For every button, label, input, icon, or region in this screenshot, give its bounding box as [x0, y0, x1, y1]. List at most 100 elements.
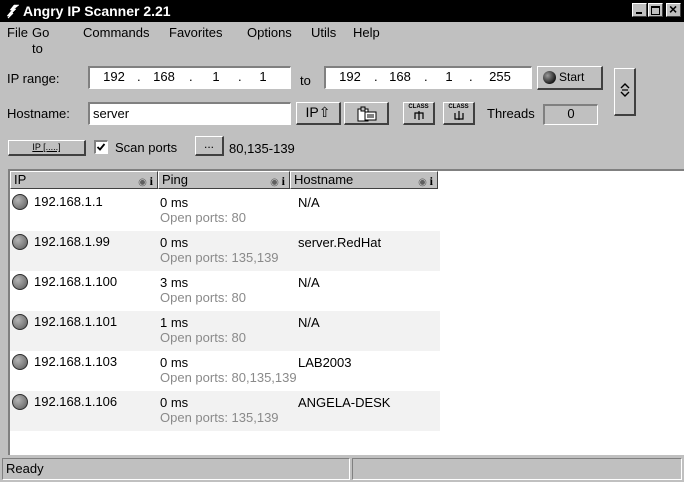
table-row[interactable]: 192.168.1.106 0 ms Open ports: 135,139 A… — [10, 391, 440, 431]
cell-ping: 0 ms — [160, 395, 189, 410]
ip-end-field[interactable]: 192 . 168 . 1 . 255 — [324, 66, 532, 89]
ip-end-octet: 255 — [489, 69, 511, 84]
column-header-ping[interactable]: Ping ◉ i — [158, 171, 290, 189]
table-row[interactable]: 192.168.1.1 0 ms Open ports: 80 N/A — [10, 191, 440, 231]
cell-hostname: server.RedHat — [298, 235, 382, 250]
cell-open-ports: Open ports: 80 — [160, 330, 246, 345]
results-table[interactable]: IP ◉ i Ping ◉ i Hostname ◉ i 192.168.1.1… — [8, 169, 684, 455]
octet-separator: . — [424, 69, 428, 84]
table-row[interactable]: 192.168.1.100 3 ms Open ports: 80 N/A — [10, 271, 440, 311]
octet-separator: . — [137, 69, 141, 84]
to-label: to — [300, 73, 311, 88]
column-header-ip[interactable]: IP ◉ i — [10, 171, 158, 189]
table-row[interactable]: 192.168.1.99 0 ms Open ports: 135,139 se… — [10, 231, 440, 271]
info-icon[interactable]: ◉ i — [418, 173, 433, 191]
cell-ip: 192.168.1.106 — [34, 394, 118, 409]
ports-value: 80,135-139 — [229, 141, 295, 156]
octet-separator: . — [238, 69, 242, 84]
octet-separator: . — [469, 69, 473, 84]
cell-ip: 192.168.1.101 — [34, 314, 118, 329]
close-button[interactable] — [666, 1, 681, 17]
cell-hostname: ANGELA-DESK — [298, 395, 391, 410]
cell-ip: 192.168.1.103 — [34, 354, 118, 369]
ports-options-label: ... — [203, 137, 214, 151]
menu-utils[interactable]: Utils — [311, 25, 336, 41]
scan-ports-label[interactable]: Scan ports — [115, 140, 177, 156]
host-status-icon — [12, 314, 28, 330]
column-header-hostname[interactable]: Hostname ◉ i — [290, 171, 438, 189]
cell-hostname: LAB2003 — [298, 355, 352, 370]
window-title: Angry IP Scanner 2.21 — [23, 3, 171, 19]
cell-hostname: N/A — [298, 315, 320, 330]
menu-help[interactable]: Help — [353, 25, 380, 41]
scan-ports-checkbox[interactable] — [94, 140, 108, 154]
cell-ping: 0 ms — [160, 355, 189, 370]
cell-ip: 192.168.1.99 — [34, 234, 110, 249]
cell-ping: 0 ms — [160, 235, 189, 250]
table-row[interactable]: 192.168.1.101 1 ms Open ports: 80 N/A — [10, 311, 440, 351]
hostname-input[interactable]: server — [88, 102, 291, 125]
menu-go-to[interactable]: Go to — [32, 25, 49, 57]
ip-range-mode-button[interactable]: IP [.....] — [8, 140, 86, 156]
column-title: Ping — [162, 172, 189, 187]
ip-start-field[interactable]: 192 . 168 . 1 . 1 — [88, 66, 291, 89]
cell-open-ports: Open ports: 80,135,139 — [160, 370, 297, 385]
hostname-value: server — [93, 106, 130, 121]
ip-range-label: IP range: — [7, 71, 60, 86]
class-c-down-button[interactable]: CLASS — [443, 102, 475, 125]
ip-up-button[interactable]: IP⇧ — [296, 102, 341, 125]
clipboard-icon — [357, 106, 377, 122]
info-icon[interactable]: ◉ i — [138, 173, 153, 191]
cell-hostname: N/A — [298, 275, 320, 290]
menu-file[interactable]: File — [7, 25, 28, 41]
menu-favorites[interactable]: Favorites — [169, 25, 222, 41]
lightning-icon — [6, 4, 20, 19]
hostname-label: Hostname: — [7, 106, 70, 121]
paste-hostname-button[interactable] — [344, 102, 389, 125]
cell-ip: 192.168.1.100 — [34, 274, 118, 289]
maximize-button[interactable] — [648, 3, 663, 17]
cell-open-ports: Open ports: 80 — [160, 290, 246, 305]
host-status-icon — [12, 394, 28, 410]
ip-end-octet: 1 — [445, 69, 453, 84]
info-icon[interactable]: ◉ i — [270, 173, 285, 191]
cell-ping: 3 ms — [160, 275, 189, 290]
host-status-icon — [12, 354, 28, 370]
status-bar: Ready — [0, 456, 684, 482]
start-label: Start — [559, 70, 585, 84]
collapse-button[interactable] — [614, 68, 636, 116]
column-title: IP — [14, 172, 27, 187]
cell-ip: 192.168.1.1 — [34, 194, 103, 209]
ip-start-octet: 192 — [103, 69, 125, 84]
range-mode-label: IP [.....] — [32, 142, 61, 152]
menu-options[interactable]: Options — [247, 25, 292, 41]
class-up-icon — [414, 111, 424, 120]
octet-separator: . — [374, 69, 378, 84]
ip-end-octet: 168 — [389, 69, 411, 84]
ip-start-octet: 168 — [153, 69, 175, 84]
start-button[interactable]: Start — [537, 66, 603, 90]
ip-end-octet: 192 — [339, 69, 361, 84]
host-status-icon — [12, 234, 28, 250]
ip-up-label: IP⇧ — [305, 104, 331, 120]
threads-count-field: 0 — [543, 104, 598, 125]
cell-open-ports: Open ports: 135,139 — [160, 410, 279, 425]
threads-label: Threads — [487, 106, 535, 121]
menu-commands[interactable]: Commands — [83, 25, 149, 41]
ip-start-octet: 1 — [259, 69, 267, 84]
status-text: Ready — [2, 458, 350, 480]
status-message: Ready — [6, 461, 44, 476]
octet-separator: . — [189, 69, 193, 84]
class-c-button[interactable]: CLASS — [403, 102, 435, 125]
title-bar[interactable]: Angry IP Scanner 2.21 — [0, 0, 684, 22]
cell-ping: 0 ms — [160, 195, 189, 210]
app-window: Angry IP Scanner 2.21 File Go to Command… — [0, 0, 684, 482]
checkmark-icon — [96, 143, 106, 151]
start-circle-icon — [543, 71, 556, 84]
ip-start-octet: 1 — [212, 69, 220, 84]
ports-options-button[interactable]: ... — [195, 136, 224, 156]
table-row[interactable]: 192.168.1.103 0 ms Open ports: 80,135,13… — [10, 351, 440, 391]
host-status-icon — [12, 194, 28, 210]
minimize-button[interactable] — [632, 3, 647, 17]
cell-open-ports: Open ports: 135,139 — [160, 250, 279, 265]
